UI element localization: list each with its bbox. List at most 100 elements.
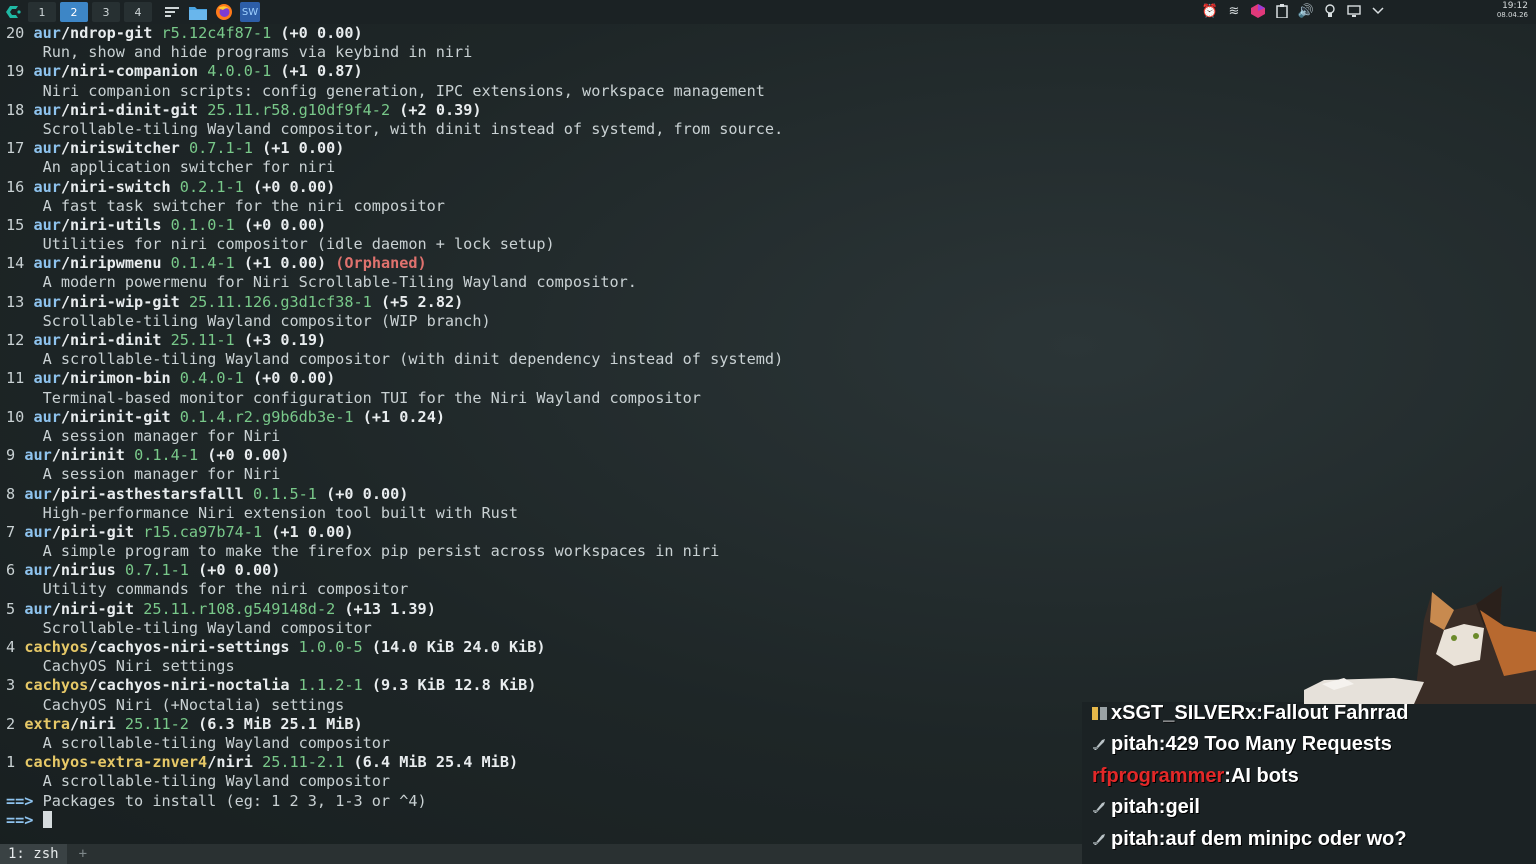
repo-separator: /: [60, 331, 71, 349]
color-app-icon[interactable]: [1250, 3, 1266, 19]
package-description: A scrollable-tiling Wayland compositor (…: [42, 350, 784, 369]
package-repo: aur: [33, 254, 61, 273]
firefox-icon[interactable]: [214, 2, 234, 22]
text-cursor[interactable]: [42, 810, 52, 828]
package-repo: aur: [33, 177, 61, 196]
package-result-line: 10 aur/nirinit-git 0.1.4.r2.g9b6db3e-1 (…: [6, 408, 1086, 427]
package-description: High-performance Niri extension tool bui…: [42, 503, 519, 522]
repo-separator: /: [51, 484, 61, 503]
package-stats: (+3 0.19): [243, 331, 327, 349]
package-stats: (+0 0.00): [252, 177, 336, 196]
cachyos-logo-icon[interactable]: [4, 3, 22, 21]
badge-icon: [1092, 706, 1107, 720]
package-version: r5.12c4f87-1: [161, 24, 272, 42]
package-description: Utility commands for the niri compositor: [42, 580, 409, 599]
package-name: nirinit-git: [70, 407, 171, 426]
file-manager-icon[interactable]: [188, 2, 208, 22]
package-name: niri-switch: [70, 177, 171, 196]
workspace-2[interactable]: 2: [60, 2, 88, 22]
result-number: 16: [6, 177, 25, 196]
mod-sword-icon: [1093, 802, 1105, 813]
chat-separator: :: [1158, 796, 1166, 818]
result-number: 13: [6, 292, 25, 311]
mod-sword-icon: [1093, 739, 1105, 750]
result-number: 6: [6, 561, 16, 580]
workspace-1[interactable]: 1: [28, 2, 56, 22]
sw-app-icon[interactable]: SW: [240, 2, 260, 22]
package-repo: aur: [33, 62, 61, 81]
chat-username: pitah: [1111, 733, 1159, 755]
repo-separator: /: [60, 254, 71, 273]
kde-menu-icon[interactable]: [162, 2, 182, 22]
result-number: 7: [6, 522, 16, 541]
network-icon[interactable]: ≋: [1226, 3, 1242, 19]
repo-separator: /: [51, 599, 61, 618]
stream-chat-overlay: xSGT_SILVERx: Fallout Fahrrad pitah: 429 …: [1082, 702, 1536, 864]
clock-time: 19:12: [1502, 1, 1528, 11]
package-result-line: 7 aur/piri-git r15.ca97b74-1 (+1 0.00): [6, 523, 1086, 542]
notification-icon[interactable]: ⏰: [1202, 3, 1218, 19]
package-description-line: A fast task switcher for the niri compos…: [6, 197, 1086, 216]
package-stats: (+1 0.87): [280, 62, 363, 81]
chat-separator: :: [1224, 764, 1231, 787]
result-number: 5: [6, 599, 16, 618]
package-repo: extra: [24, 714, 71, 733]
repo-separator: /: [60, 177, 71, 196]
repo-separator: /: [51, 446, 61, 465]
package-name: nirius: [60, 561, 116, 580]
package-description-line: Scrollable-tiling Wayland compositor: [6, 619, 1086, 638]
package-name: niri-dinit-git: [70, 100, 199, 119]
package-version: 25.11.126.g3d1cf38-1: [188, 292, 372, 311]
display-icon[interactable]: [1346, 3, 1362, 19]
package-description-line: A modern powermenu for Niri Scrollable-T…: [6, 273, 1086, 292]
package-description: Scrollable-tiling Wayland compositor, wi…: [42, 119, 784, 138]
workspace-3[interactable]: 3: [92, 2, 120, 22]
input-prompt-line[interactable]: ==>: [6, 810, 1086, 830]
tab-zsh[interactable]: 1: zsh: [0, 844, 67, 864]
chat-username: rfprogrammer: [1092, 764, 1225, 787]
package-description: Scrollable-tiling Wayland compositor: [42, 618, 372, 637]
chat-text: AI bots: [1230, 764, 1299, 787]
package-result-line: 2 extra/niri 25.11-2 (6.3 MiB 25.1 MiB): [6, 715, 1086, 734]
chat-username: pitah: [1111, 796, 1159, 818]
mod-sword-icon: [1093, 833, 1105, 845]
expand-icon[interactable]: [1370, 3, 1386, 19]
package-version: 0.1.4-1: [134, 446, 199, 465]
package-repo: aur: [33, 369, 61, 388]
package-description-line: Utility commands for the niri compositor: [6, 580, 1086, 599]
workspace-4[interactable]: 4: [124, 2, 152, 22]
terminal-output[interactable]: 20 aur/ndrop-git r5.12c4f87-1 (+0 0.00) …: [6, 24, 1086, 830]
package-repo: aur: [24, 561, 52, 580]
package-name: nirimon-bin: [70, 369, 171, 388]
repo-separator: /: [60, 407, 71, 426]
chat-text: 429 Too Many Requests: [1165, 733, 1392, 755]
package-repo: aur: [33, 407, 61, 426]
package-version: 0.1.0-1: [170, 215, 235, 234]
repo-separator: /: [60, 215, 71, 234]
volume-icon[interactable]: 🔊: [1298, 3, 1314, 19]
package-result-line: 14 aur/niripwmenu 0.1.4-1 (+1 0.00) (Orp…: [6, 254, 1086, 273]
workspace-switcher: 1234: [28, 2, 156, 22]
package-version: 1.1.2-1: [298, 676, 363, 695]
package-description-line: An application switcher for niri: [6, 158, 1086, 177]
package-result-line: 12 aur/niri-dinit 25.11-1 (+3 0.19): [6, 331, 1086, 350]
repo-separator: /: [60, 24, 71, 42]
clipboard-icon[interactable]: [1274, 3, 1290, 19]
repo-separator: /: [60, 139, 71, 158]
prompt-marker: ==>: [6, 791, 34, 810]
package-result-line: 19 aur/niri-companion 4.0.0-1 (+1 0.87): [6, 62, 1086, 81]
lightbulb-icon[interactable]: [1322, 3, 1338, 19]
package-result-line: 4 cachyos/cachyos-niri-settings 1.0.0-5 …: [6, 638, 1086, 657]
package-stats: (+1 0.00): [271, 522, 354, 541]
package-description: A fast task switcher for the niri compos…: [42, 196, 445, 215]
package-stats: (6.4 MiB 25.4 MiB): [353, 753, 519, 772]
clock[interactable]: 19:12 08.04.26: [1497, 2, 1528, 20]
top-panel: 1234 SW ⏰ ≋ 🔊 19:12 08.04.26: [0, 0, 1536, 24]
new-tab-button[interactable]: +: [79, 846, 87, 862]
package-description-line: Niri companion scripts: config generatio…: [6, 82, 1086, 101]
package-stats: (+0 0.00): [198, 561, 281, 580]
chat-message: rfprogrammer: AI bots: [1092, 763, 1299, 789]
package-stats: (14.0 KiB 24.0 KiB): [371, 638, 546, 656]
package-repo: cachyos: [24, 638, 89, 656]
result-number: 2: [6, 714, 16, 733]
